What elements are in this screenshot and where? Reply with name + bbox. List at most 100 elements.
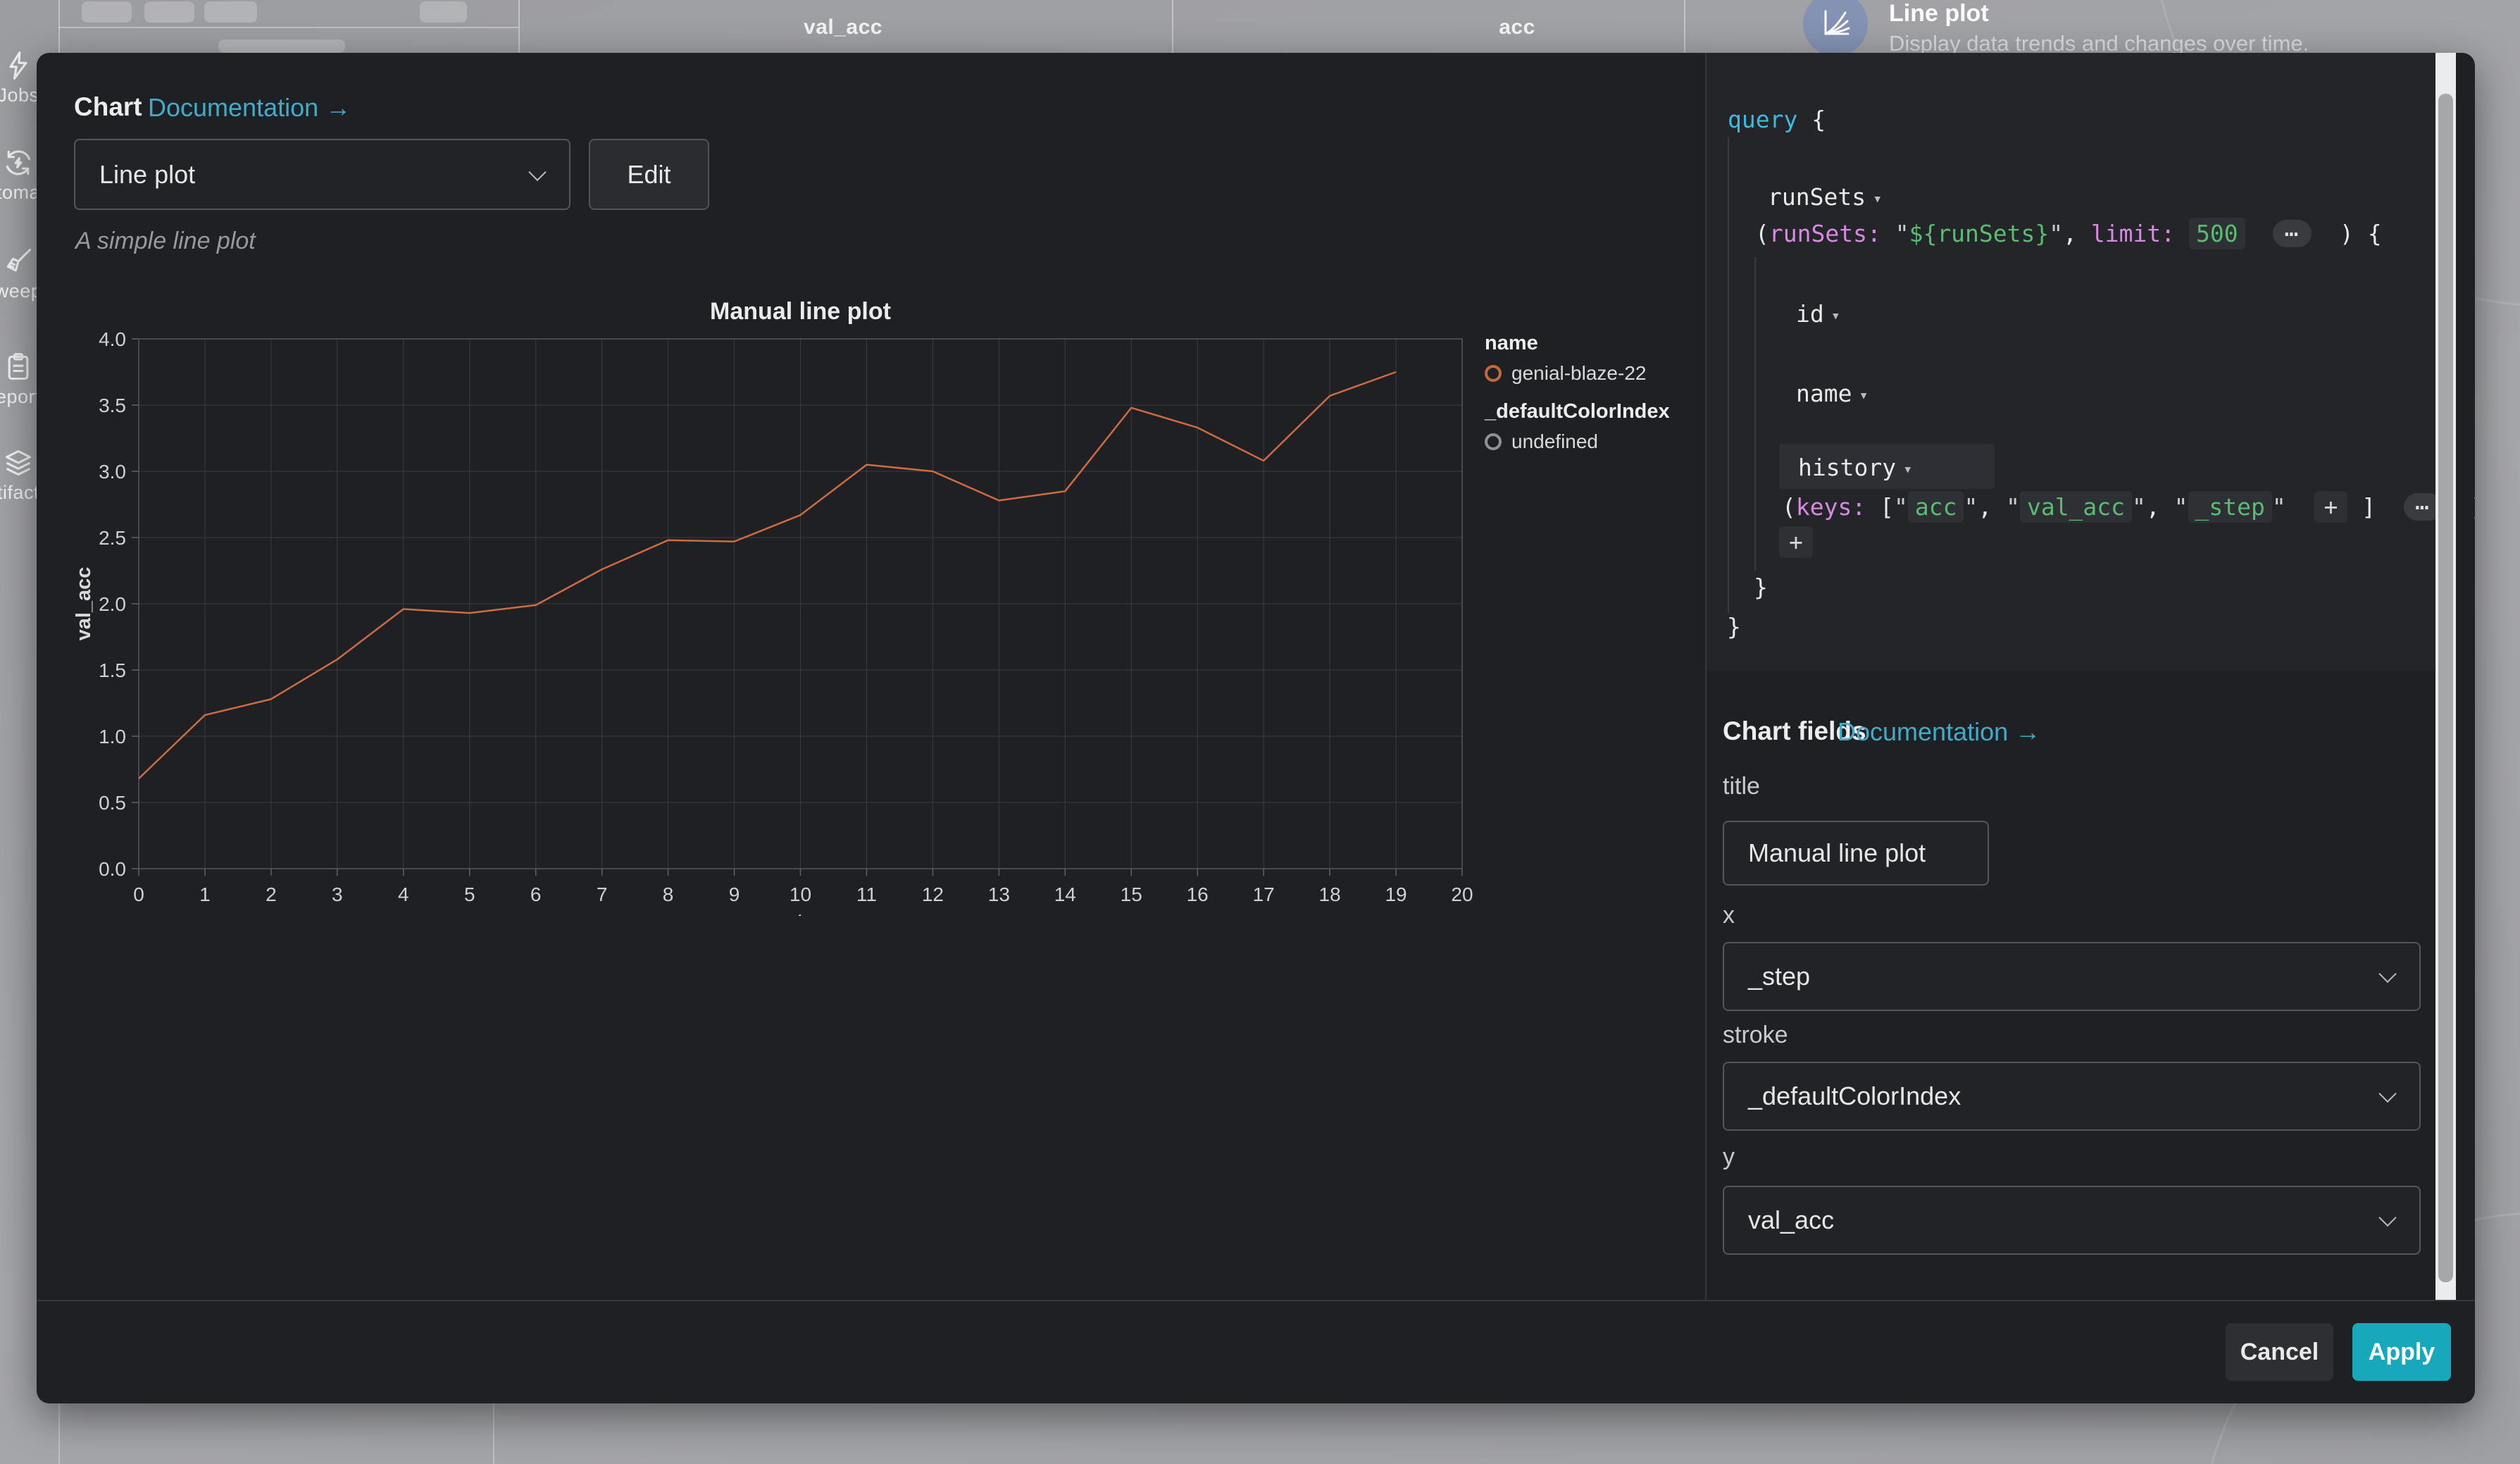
svg-text:1.0: 1.0: [99, 726, 126, 747]
title-input[interactable]: Manual line plot: [1723, 821, 1989, 886]
sidebar-item-artifacts[interactable]: tifact: [0, 447, 37, 483]
stroke-select[interactable]: _defaultColorIndex: [1723, 1062, 2421, 1131]
legend-ring-icon: [1485, 433, 1502, 450]
legend-item: genial-blaze-22: [1485, 362, 1670, 385]
backdrop-panel-border: [518, 0, 520, 53]
layers-icon: [3, 447, 34, 483]
indent-guide: [1728, 137, 1729, 613]
svg-text:16: 16: [1187, 883, 1209, 905]
legend-item-label: undefined: [1511, 430, 1598, 453]
svg-text:_step: _step: [773, 910, 828, 916]
scrollbar-thumb[interactable]: [2438, 94, 2453, 1282]
svg-text:9: 9: [729, 883, 740, 905]
legend-item-label: genial-blaze-22: [1511, 362, 1646, 385]
svg-text:0: 0: [133, 883, 144, 905]
x-field-label: x: [1723, 902, 1735, 929]
sidebar-item-jobs[interactable]: Jobs: [0, 49, 37, 85]
svg-text:3: 3: [332, 883, 343, 905]
svg-text:12: 12: [922, 883, 944, 905]
title-input-value: Manual line plot: [1748, 838, 1926, 868]
svg-text:8: 8: [663, 883, 674, 905]
legend-ring-icon: [1485, 365, 1502, 382]
svg-text:3.0: 3.0: [99, 461, 126, 483]
title-field-label: title: [1723, 773, 1760, 800]
svg-text:14: 14: [1054, 883, 1076, 905]
modal-title: Chart: [74, 92, 142, 122]
panel-divider: [1705, 53, 1707, 1300]
chart-legend: name genial-blaze-22 _defaultColorIndex …: [1485, 332, 1670, 469]
backdrop-toolbar-button: [82, 1, 132, 23]
edit-button[interactable]: Edit: [589, 139, 709, 210]
y-select-value: val_acc: [1748, 1205, 1834, 1235]
backdrop-panel-title: acc: [1499, 15, 1535, 39]
y-field-label: y: [1723, 1143, 1735, 1171]
svg-text:15: 15: [1121, 883, 1142, 905]
svg-text:4.0: 4.0: [99, 328, 126, 350]
sidebar-item-reports[interactable]: eport: [0, 351, 37, 387]
backdrop-panel-border: [1172, 0, 1173, 53]
svg-text:13: 13: [988, 883, 1010, 905]
legend-group-label: name: [1485, 332, 1670, 355]
clipboard-icon: [3, 351, 34, 387]
svg-text:17: 17: [1253, 883, 1275, 905]
apply-button[interactable]: Apply: [2352, 1323, 2451, 1381]
svg-text:1.5: 1.5: [99, 659, 126, 681]
chart-editor-modal: Chart Documentation → Line plot Edit A s…: [37, 53, 2475, 1403]
chart-type-select-value: Line plot: [99, 160, 195, 190]
svg-text:2.5: 2.5: [99, 527, 126, 549]
cancel-button[interactable]: Cancel: [2226, 1323, 2333, 1381]
backdrop-toolbar-button: [144, 1, 194, 23]
line-plot-card-icon-circle: [1803, 0, 1868, 56]
svg-text:val_acc: val_acc: [73, 567, 95, 641]
backdrop-toolbar-button: [204, 1, 257, 23]
backdrop-toolbar-button: [420, 1, 467, 23]
chevron-down-icon: [2378, 965, 2396, 983]
svg-text:4: 4: [398, 883, 409, 905]
automations-icon: [3, 147, 34, 182]
sidebar-item-automations[interactable]: toma: [0, 147, 37, 182]
x-select[interactable]: _step: [1723, 942, 2421, 1011]
stroke-select-value: _defaultColorIndex: [1748, 1081, 1961, 1111]
svg-text:19: 19: [1385, 883, 1406, 905]
svg-text:1: 1: [199, 883, 211, 905]
query-panel-background: [1706, 53, 2435, 671]
chevron-down-icon: [528, 163, 546, 180]
line-plot-card-title: Line plot: [1889, 0, 1989, 27]
app-root: val_acc acc Line plot Display data trend…: [0, 0, 2520, 1464]
svg-text:0.0: 0.0: [99, 858, 126, 880]
footer-divider: [37, 1300, 2475, 1301]
svg-text:7: 7: [597, 883, 608, 905]
stroke-field-label: stroke: [1723, 1022, 1788, 1049]
svg-text:2.0: 2.0: [99, 593, 126, 615]
backdrop-panel-border: [493, 1403, 494, 1464]
sidebar-item-sweeps[interactable]: weep: [0, 245, 37, 281]
legend-item: undefined: [1485, 430, 1670, 453]
svg-text:18: 18: [1319, 883, 1341, 905]
backdrop-panel-border: [58, 1403, 60, 1464]
chevron-down-icon: [2378, 1209, 2396, 1227]
x-select-value: _step: [1748, 962, 1810, 991]
svg-text:11: 11: [856, 883, 877, 905]
line-chart-svg: 012345678910111213141516171819200.00.51.…: [42, 324, 1479, 916]
chart-description: A simple line plot: [75, 228, 256, 255]
chart-documentation-link[interactable]: Documentation →: [148, 93, 351, 123]
legend-group-label: _defaultColorIndex: [1485, 400, 1670, 423]
chart-fields-documentation-link[interactable]: Documentation →: [1838, 717, 2040, 747]
svg-text:6: 6: [530, 883, 542, 905]
chart-title: Manual line plot: [139, 298, 1462, 325]
svg-text:10: 10: [790, 883, 811, 905]
broom-icon: [3, 245, 34, 281]
backdrop-panel-border: [1684, 0, 1685, 53]
line-chart-icon: [1817, 4, 1854, 44]
backdrop-divider: [58, 27, 518, 28]
svg-text:20: 20: [1451, 883, 1473, 905]
svg-text:3.5: 3.5: [99, 395, 126, 416]
lightning-icon: [3, 49, 34, 85]
y-select[interactable]: val_acc: [1723, 1186, 2421, 1255]
indent-guide: [1754, 257, 1756, 571]
backdrop-panel-title: val_acc: [804, 15, 882, 39]
svg-text:0.5: 0.5: [99, 792, 126, 814]
svg-text:5: 5: [464, 883, 475, 905]
chart-type-select[interactable]: Line plot: [74, 139, 570, 210]
svg-text:2: 2: [266, 883, 277, 905]
